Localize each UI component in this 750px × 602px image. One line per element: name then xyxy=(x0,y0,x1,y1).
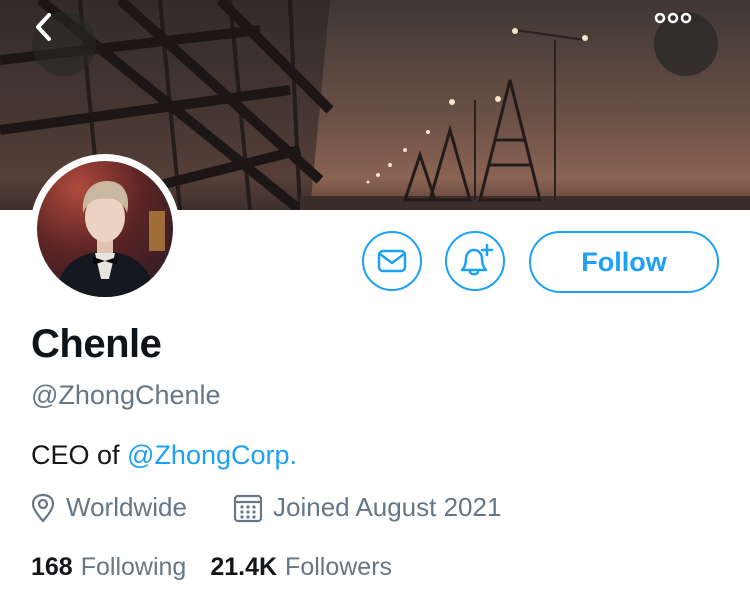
person-photo xyxy=(55,181,165,297)
location-text: Worldwide xyxy=(66,492,187,522)
join-date-text: Joined August 2021 xyxy=(273,492,502,522)
profile-name: Chenle xyxy=(31,322,162,366)
envelope-icon xyxy=(377,249,407,273)
followers-count: 21.4K xyxy=(210,553,278,581)
profile-stats: 168 Following 21.4K Followers xyxy=(31,553,416,582)
message-button[interactable] xyxy=(362,231,422,291)
location: Worldwide xyxy=(30,492,187,523)
location-pin-icon xyxy=(31,493,55,523)
bell-plus-icon xyxy=(460,244,493,276)
following-stat[interactable]: 168 Following xyxy=(31,553,186,582)
profile-handle: @ZhongChenle xyxy=(31,380,221,410)
bio-mention-link[interactable]: @ZhongCorp. xyxy=(127,440,297,470)
ellipsis-icon xyxy=(654,12,692,24)
chevron-left-icon xyxy=(36,13,51,41)
avatar[interactable] xyxy=(30,154,180,304)
join-date: Joined August 2021 xyxy=(233,492,501,523)
following-label: Following xyxy=(80,553,187,581)
notifications-button[interactable] xyxy=(445,231,505,291)
follow-button[interactable]: Follow xyxy=(529,231,719,293)
followers-label: Followers xyxy=(285,553,393,581)
back-button[interactable] xyxy=(32,12,96,76)
followers-stat[interactable]: 21.4K Followers xyxy=(210,553,392,582)
profile-bio: CEO of @ZhongCorp. xyxy=(31,440,297,471)
more-options-button[interactable] xyxy=(654,12,718,76)
calendar-icon xyxy=(233,494,263,522)
avatar-image xyxy=(37,161,173,297)
following-count: 168 xyxy=(31,553,73,581)
bio-text: CEO of xyxy=(31,440,128,470)
